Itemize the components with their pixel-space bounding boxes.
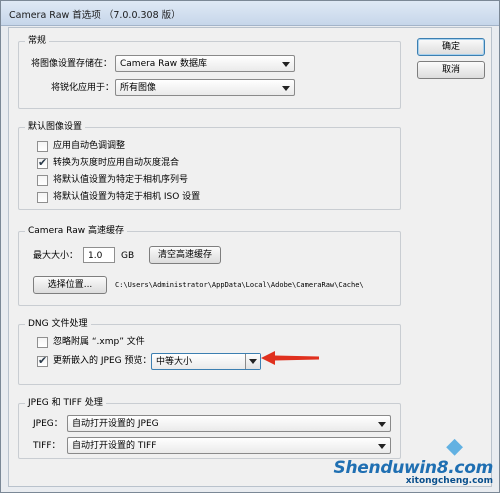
jpeg-handling-select[interactable]: 自动打开设置的 JPEG [67, 415, 391, 432]
chevron-down-icon [378, 444, 386, 449]
apply-sharpening-select[interactable]: 所有图像 [115, 79, 295, 96]
general-legend: 常规 [25, 35, 50, 47]
site-watermark: ◆ Shenduwin8.com xitongcheng.com [333, 434, 494, 486]
cancel-button[interactable]: 取消 [417, 61, 485, 79]
max-size-input[interactable]: 1.0 [83, 247, 115, 263]
checkbox-label: 转换为灰度时应用自动灰度混合 [53, 158, 180, 168]
dng-legend: DNG 文件处理 [25, 318, 91, 330]
chevron-down-icon [378, 422, 386, 427]
checkbox-label: 将默认值设置为特定于相机序列号 [53, 175, 189, 185]
cache-group: Camera Raw 高速缓存 最大大小： 1.0 GB 清空高速缓存 选择位置… [18, 225, 401, 306]
jpeg-tiff-legend: JPEG 和 TIFF 处理 [25, 397, 106, 409]
checkmark-icon: ✔ [38, 156, 48, 169]
save-settings-select[interactable]: Camera Raw 数据库 [115, 55, 295, 72]
title-bar[interactable]: Camera Raw 首选项 （7.0.0.308 版） [1, 1, 499, 26]
max-size-label: 最大大小： [33, 251, 79, 261]
chevron-down-icon [249, 359, 257, 364]
tiff-handling-select[interactable]: 自动打开设置的 TIFF [67, 437, 391, 454]
checkbox-label: 应用自动色调调整 [53, 141, 126, 151]
jpeg-label: JPEG： [33, 419, 63, 429]
dng-group: DNG 文件处理 忽略附属 “.xmp” 文件 ✔ 更新嵌入的 JPEG 预览：… [18, 318, 401, 385]
chevron-down-icon [282, 62, 290, 67]
tiff-label: TIFF： [33, 441, 61, 451]
checkbox[interactable]: ✔ [37, 354, 48, 367]
select-location-button[interactable]: 选择位置... [33, 276, 107, 294]
cache-path: C:\Users\Administrator\AppData\Local\Ado… [115, 281, 364, 289]
checkbox[interactable] [37, 141, 48, 152]
general-group: 常规 将图像设置存储在： Camera Raw 数据库 将锐化应用于： 所有图像 [18, 35, 401, 109]
ok-button[interactable]: 确定 [417, 38, 485, 56]
preferences-dialog: Camera Raw 首选项 （7.0.0.308 版） 确定 取消 常规 将图… [0, 0, 500, 493]
checkmark-icon: ✔ [38, 354, 48, 367]
dialog-body: 确定 取消 常规 将图像设置存储在： Camera Raw 数据库 将锐化应用于… [8, 27, 492, 487]
red-arrow-annotation [261, 351, 319, 365]
checkbox-label: 更新嵌入的 JPEG 预览： [53, 356, 152, 366]
watermark-brand: Shenduwin8.com [333, 458, 494, 478]
window-title: Camera Raw 首选项 （7.0.0.308 版） [9, 10, 181, 21]
watermark-logo-icon: ◆ [446, 434, 463, 459]
save-settings-label: 将图像设置存储在： [31, 59, 113, 69]
chevron-down-icon [282, 86, 290, 91]
max-size-value: 1.0 [88, 251, 103, 261]
checkbox[interactable] [37, 192, 48, 203]
checkbox[interactable]: ✔ [37, 156, 48, 169]
apply-sharpening-value: 所有图像 [120, 83, 157, 93]
checkbox-label: 忽略附属 “.xmp” 文件 [53, 337, 145, 347]
preview-size-value: 中等大小 [156, 357, 193, 367]
jpeg-tiff-group: JPEG 和 TIFF 处理 JPEG： 自动打开设置的 JPEG TIFF： … [18, 397, 401, 459]
purge-cache-button[interactable]: 清空高速缓存 [149, 246, 221, 264]
default-settings-legend: 默认图像设置 [25, 121, 86, 133]
checkbox[interactable] [37, 175, 48, 186]
cache-unit: GB [121, 251, 135, 261]
preview-size-select[interactable]: 中等大小 [151, 353, 261, 370]
checkbox[interactable] [37, 337, 48, 348]
cache-legend: Camera Raw 高速缓存 [25, 225, 127, 237]
checkbox-label: 将默认值设置为特定于相机 ISO 设置 [53, 192, 201, 202]
tiff-handling-value: 自动打开设置的 TIFF [72, 441, 157, 451]
default-settings-group: 默认图像设置 应用自动色调调整 ✔ 转换为灰度时应用自动灰度混合 将默认值设置为… [18, 121, 401, 210]
dropdown-button[interactable] [245, 354, 260, 369]
save-settings-value: Camera Raw 数据库 [120, 59, 207, 69]
jpeg-handling-value: 自动打开设置的 JPEG [72, 419, 159, 429]
apply-sharpening-label: 将锐化应用于： [51, 83, 115, 93]
